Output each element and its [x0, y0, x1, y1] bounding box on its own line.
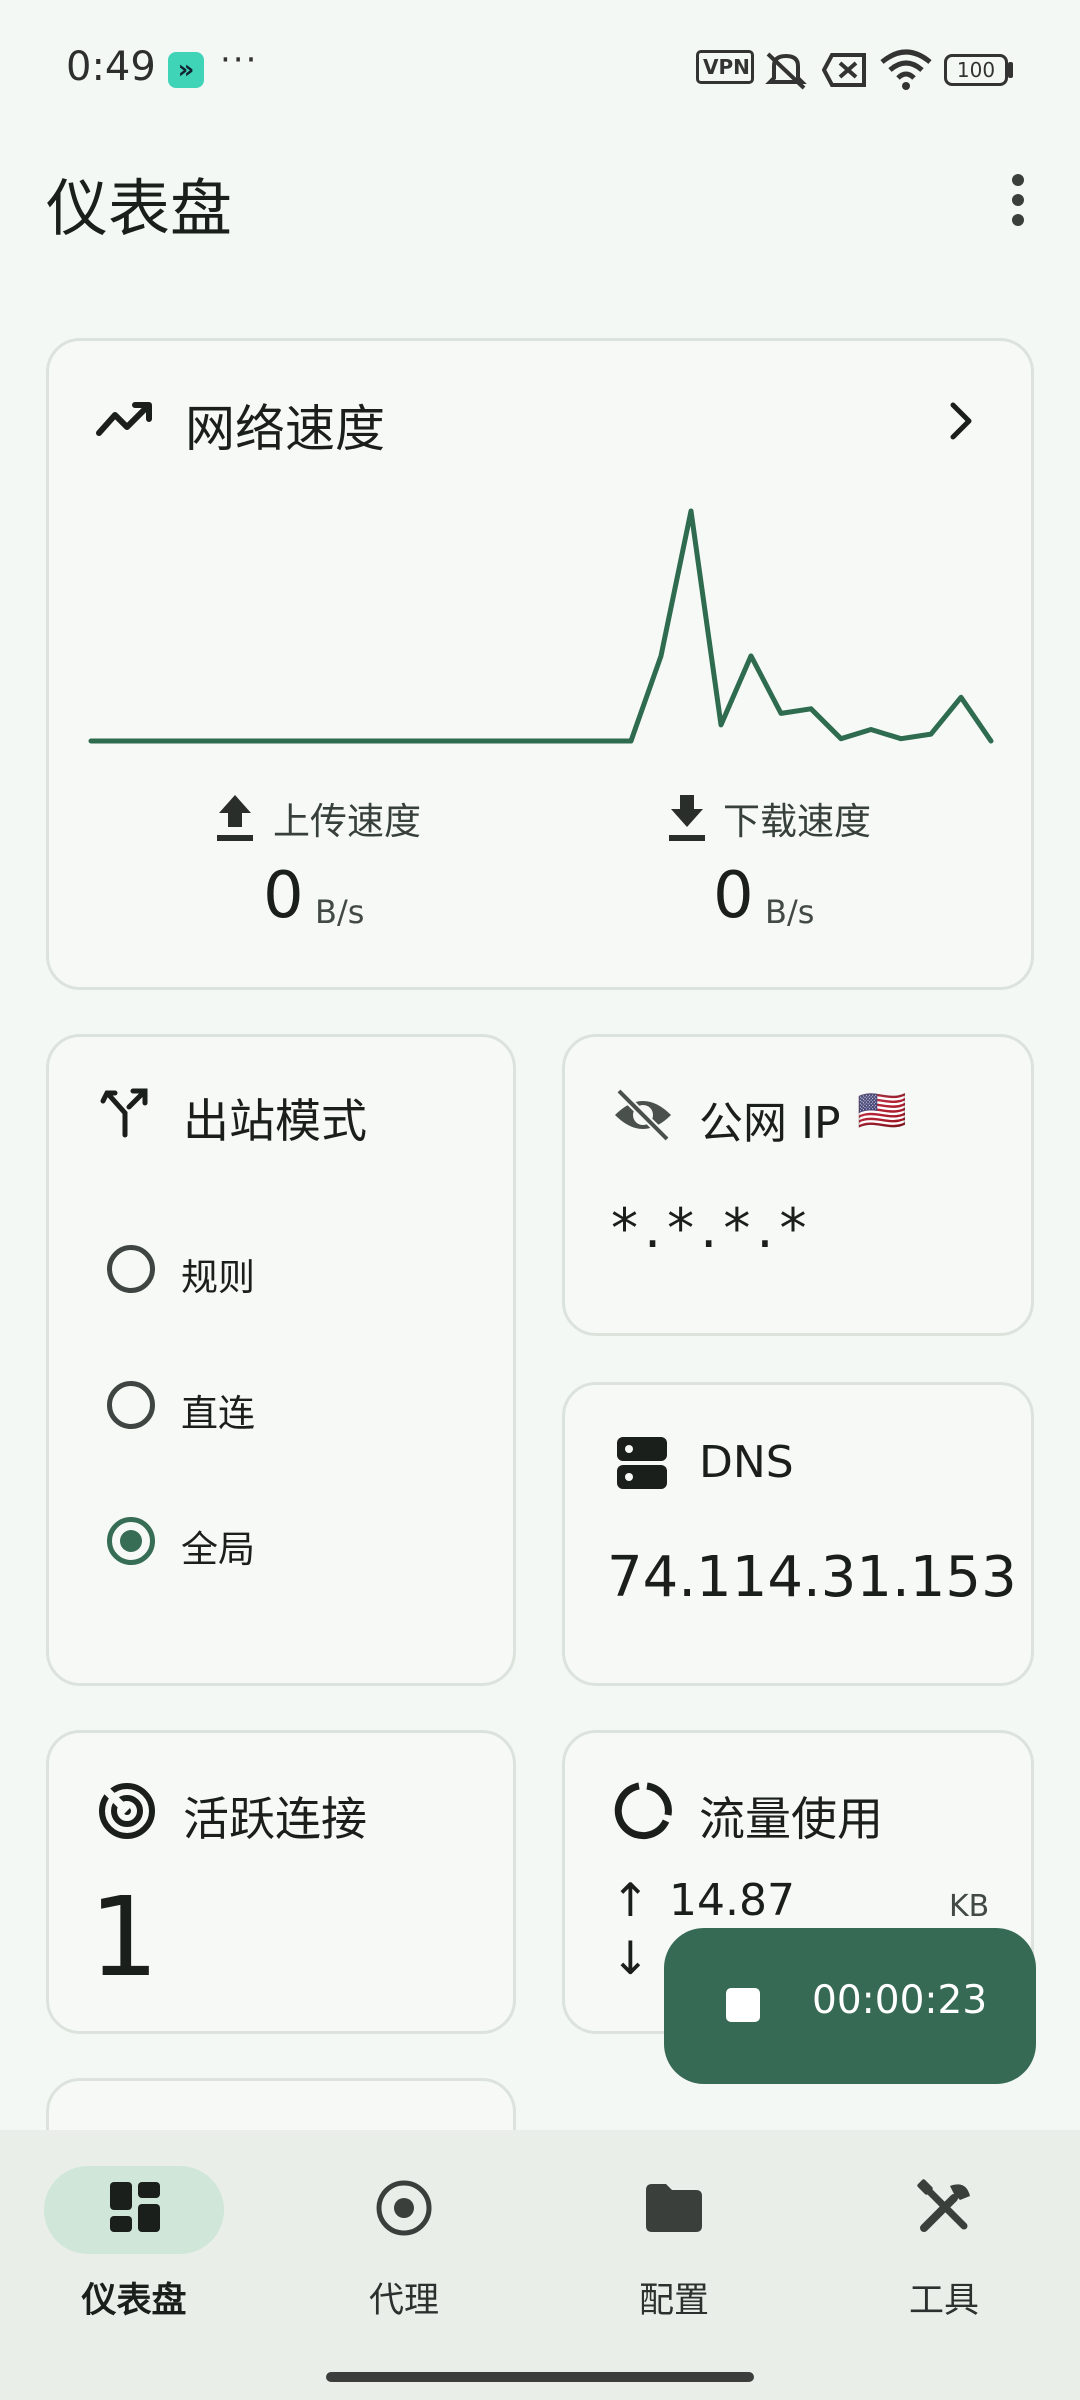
mode-option-label: 全局	[181, 1528, 255, 1571]
more-options-icon[interactable]	[1000, 170, 1036, 230]
upload-label: 上传速度	[273, 800, 421, 843]
route-icon	[100, 1088, 148, 1138]
nav-label: 代理	[368, 2281, 439, 2321]
nav-item-dashboard[interactable]: 仪表盘	[34, 2160, 234, 2340]
radio-global[interactable]	[107, 1517, 155, 1565]
battery-tip	[1008, 62, 1013, 78]
active-connections-card[interactable]: 活跃连接 1	[46, 1730, 516, 2034]
download-value: 0	[713, 859, 754, 933]
network-speed-card[interactable]: 网络速度 上传速度 0 B/s 下载速度 0 B/s	[46, 338, 1034, 990]
nav-label: 配置	[638, 2281, 709, 2321]
mode-option-global[interactable]: 全局	[107, 1511, 487, 1575]
nav-label: 仪表盘	[81, 2281, 187, 2321]
traffic-usage-title: 流量使用	[699, 1792, 883, 1846]
dashboard-icon	[110, 2182, 160, 2232]
home-indicator	[326, 2372, 754, 2382]
nav-item-config[interactable]: 配置	[574, 2160, 774, 2340]
folder-icon	[646, 2184, 702, 2232]
speed-chart	[88, 508, 994, 744]
nav-item-proxy[interactable]: 代理	[304, 2160, 504, 2340]
public-ip-value: *.*.*.*	[611, 1197, 813, 1260]
nav-item-tools[interactable]: 工具	[844, 2160, 1044, 2340]
radar-icon	[99, 1783, 155, 1839]
more-notifications-icon: ···	[220, 40, 259, 80]
download-label: 下载速度	[723, 800, 871, 843]
connection-timer: 00:00:23	[812, 1978, 988, 2023]
visibility-off-icon	[615, 1088, 671, 1142]
outbound-card-title: 出站模式	[183, 1094, 367, 1148]
download-arrow-icon: ↓	[611, 1931, 650, 1985]
data-usage-icon	[614, 1782, 672, 1840]
mode-option-direct[interactable]: 直连	[107, 1375, 487, 1439]
vpn-icon: VPN	[696, 50, 754, 90]
mode-option-label: 直连	[181, 1392, 255, 1435]
mode-option-label: 规则	[181, 1256, 255, 1299]
stop-icon	[726, 1988, 760, 2022]
public-ip-title: 公网 IP	[699, 1098, 841, 1149]
mode-option-rule[interactable]: 规则	[107, 1239, 487, 1303]
traffic-upload-value: 14.87	[669, 1875, 795, 1926]
app-notification-icon: »	[168, 52, 204, 88]
traffic-upload-unit: KB	[949, 1889, 990, 1924]
public-ip-card[interactable]: 公网 IP 🇺🇸 *.*.*.*	[562, 1034, 1034, 1336]
mute-icon	[765, 52, 807, 90]
download-icon	[669, 795, 705, 841]
active-connections-title: 活跃连接	[183, 1792, 367, 1846]
proxy-icon	[376, 2180, 432, 2236]
outbound-mode-card: 出站模式 规则 直连 全局	[46, 1034, 516, 1686]
tools-icon	[917, 2179, 970, 2232]
active-connections-value: 1	[89, 1873, 159, 2001]
page-title: 仪表盘	[46, 172, 233, 245]
wifi-icon	[880, 49, 932, 90]
dns-server-icon	[617, 1437, 667, 1489]
country-flag: 🇺🇸	[857, 1088, 907, 1134]
radio-direct[interactable]	[107, 1381, 155, 1429]
dns-value: 74.114.31.153	[607, 1545, 1017, 1610]
stop-vpn-button[interactable]: 00:00:23	[664, 1928, 1036, 2084]
dns-card: DNS 74.114.31.153	[562, 1382, 1034, 1686]
radio-rule[interactable]	[107, 1245, 155, 1293]
dns-title: DNS	[699, 1437, 794, 1488]
nav-label: 工具	[908, 2281, 979, 2321]
speed-line	[88, 508, 994, 744]
upload-unit: B/s	[315, 893, 365, 931]
upload-arrow-icon: ↑	[611, 1873, 650, 1927]
battery-icon: 100	[944, 54, 1008, 86]
upload-icon	[217, 795, 253, 841]
upload-value: 0	[263, 859, 304, 933]
no-sim-icon	[822, 53, 866, 87]
download-unit: B/s	[765, 893, 815, 931]
status-time: 0:49	[66, 44, 156, 90]
